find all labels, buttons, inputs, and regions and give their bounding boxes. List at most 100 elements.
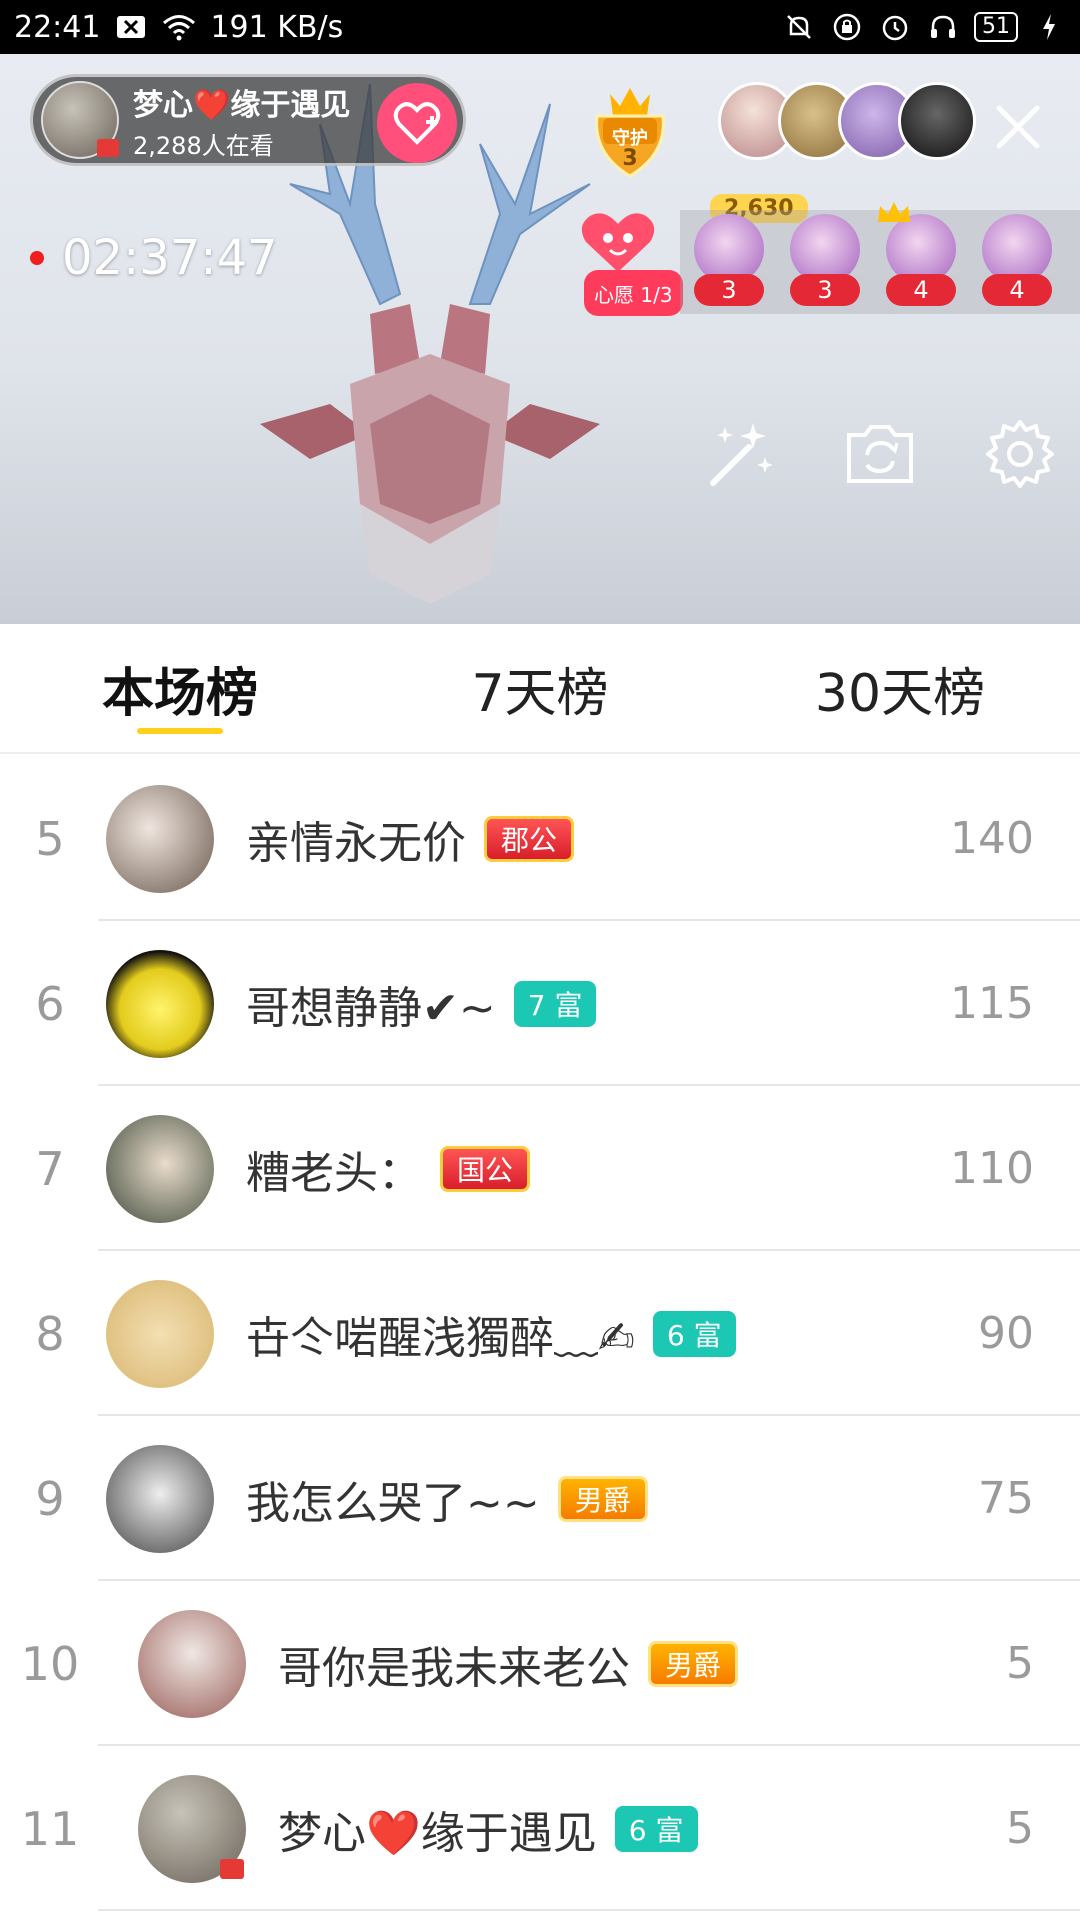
tab-label: 7天榜 (471, 663, 609, 724)
flag-icon (220, 1858, 244, 1879)
rank-number: 10 (20, 1636, 80, 1691)
gift-item[interactable]: 3 (786, 210, 864, 306)
host-name: 梦心❤️缘于遇见 (133, 87, 351, 123)
crown-icon (878, 202, 910, 222)
row-divider (98, 1909, 1080, 1911)
gift-count: 3 (694, 274, 764, 306)
user-score: 5 (1006, 1638, 1034, 1689)
headphones-icon (926, 10, 960, 44)
battery-level: 51 (982, 14, 1010, 39)
rank-number: 6 (35, 976, 65, 1031)
user-name: 哥你是我未来老公 (278, 1642, 630, 1694)
rank-badge: 男爵 (557, 1475, 648, 1522)
tab-label: 本场榜 (101, 663, 258, 724)
network-speed: 191 KB/s (210, 9, 344, 45)
gift-item[interactable]: 4 (978, 210, 1056, 306)
rank-number: 7 (35, 1141, 65, 1196)
camera-switch-icon (847, 425, 913, 483)
guard-count: 3 (622, 146, 638, 171)
ranking-row[interactable]: 7 糟老头： 国公 110 (0, 1086, 1080, 1251)
fan-avatar[interactable] (898, 82, 976, 160)
wish-progress: 心愿 1/3 (584, 270, 683, 316)
rank-number: 8 (35, 1306, 65, 1361)
rank-number: 5 (35, 811, 65, 866)
rank-badge: 郡公 (484, 815, 575, 862)
user-score: 90 (978, 1308, 1034, 1359)
user-avatar[interactable] (138, 1774, 246, 1883)
heart-plus-icon (393, 102, 441, 145)
follow-button[interactable] (377, 83, 457, 163)
tab-30-days[interactable]: 30天榜 (720, 624, 1080, 752)
host-avatar[interactable] (41, 81, 119, 159)
charging-icon (1032, 10, 1066, 44)
beauty-button[interactable] (700, 414, 780, 494)
user-avatar[interactable] (106, 1444, 214, 1553)
rank-number: 9 (35, 1471, 65, 1526)
live-dot-icon (30, 251, 44, 265)
user-name: 梦心❤️缘于遇见 (278, 1807, 597, 1859)
switch-camera-button[interactable] (840, 414, 920, 494)
mute-bell-icon (782, 10, 816, 44)
user-score: 5 (1006, 1803, 1034, 1854)
battery-indicator: 51 (974, 12, 1018, 42)
live-timer: 02:37:47 (30, 230, 278, 286)
rank-badge: 国公 (440, 1145, 531, 1192)
rank-badge: 6 富 (652, 1310, 736, 1357)
top-fans[interactable] (718, 82, 976, 172)
ranking-row[interactable]: 11 梦心❤️缘于遇见 6 富 5 (0, 1746, 1080, 1911)
viewer-count: 2,288人在看 (133, 131, 274, 160)
user-score: 75 (978, 1473, 1034, 1524)
user-avatar[interactable] (106, 784, 214, 893)
close-button[interactable] (985, 94, 1051, 160)
gift-count: 4 (886, 274, 956, 306)
rank-badge: 6 富 (614, 1805, 698, 1852)
user-score: 115 (950, 978, 1034, 1029)
gear-icon (986, 420, 1054, 488)
status-bar: 22:41 191 KB/s 51 (0, 0, 1080, 54)
magic-wand-icon (710, 423, 773, 486)
ranking-row[interactable]: 8 卋仒啱醒浅獨醉﹏✍ 6 富 90 (0, 1251, 1080, 1416)
user-avatar[interactable] (106, 949, 214, 1058)
rank-badge: 男爵 (648, 1640, 739, 1687)
settings-button[interactable] (980, 414, 1060, 494)
tab-7-days[interactable]: 7天榜 (360, 624, 720, 752)
tab-current-session[interactable]: 本场榜 (0, 624, 360, 752)
active-tab-indicator (137, 728, 223, 734)
ranking-row[interactable]: 6 哥想静静✔~ 7 富 115 (0, 921, 1080, 1086)
user-name: 哥想静静✔~ (246, 982, 496, 1034)
ranking-list[interactable]: 5 亲情永无价 郡公 140 6 哥想静静✔~ 7 富 115 7 糟老头： 国… (0, 756, 1080, 1911)
wish-widget[interactable]: 心愿 1/3 (566, 206, 683, 316)
live-video[interactable]: 梦心❤️缘于遇见 2,288人在看 守护 3 2,630 02:37:47 心愿… (0, 54, 1080, 624)
user-name: 糟老头： (246, 1147, 422, 1199)
user-avatar[interactable] (106, 1114, 214, 1223)
user-score: 110 (950, 1143, 1034, 1194)
gift-count: 4 (982, 274, 1052, 306)
tab-label: 30天榜 (814, 663, 986, 724)
ranking-row[interactable]: 10 哥你是我未来老公 男爵 5 (0, 1581, 1080, 1746)
gift-item[interactable]: 3 (690, 210, 768, 306)
gift-count: 3 (790, 274, 860, 306)
flag-icon (97, 139, 119, 157)
gift-item[interactable]: 4 (878, 202, 960, 306)
host-info-pill[interactable]: 梦心❤️缘于遇见 2,288人在看 (30, 74, 466, 166)
user-avatar[interactable] (106, 1279, 214, 1388)
ranking-row[interactable]: 5 亲情永无价 郡公 140 (0, 756, 1080, 921)
close-icon (996, 105, 1040, 149)
status-time: 22:41 (14, 9, 101, 45)
user-name: 我怎么哭了~~ (246, 1477, 540, 1529)
gift-strip[interactable]: 3 3 4 4 (680, 202, 1080, 314)
rank-number: 11 (20, 1801, 80, 1856)
ranking-row[interactable]: 9 我怎么哭了~~ 男爵 75 (0, 1416, 1080, 1581)
ranking-tabs: 本场榜 7天榜 30天榜 (0, 624, 1080, 754)
lock-rotation-icon (830, 10, 864, 44)
guard-badge[interactable]: 守护 3 (585, 84, 675, 180)
user-name: 卋仒啱醒浅獨醉﹏✍ (246, 1312, 635, 1364)
heart-face-icon (581, 213, 655, 272)
alarm-icon (878, 10, 912, 44)
notification-x-icon (114, 10, 148, 44)
user-name: 亲情永无价 (246, 817, 466, 869)
user-score: 140 (950, 813, 1034, 864)
user-avatar[interactable] (138, 1609, 246, 1718)
live-tools (700, 414, 1060, 494)
rank-badge: 7 富 (513, 980, 597, 1027)
